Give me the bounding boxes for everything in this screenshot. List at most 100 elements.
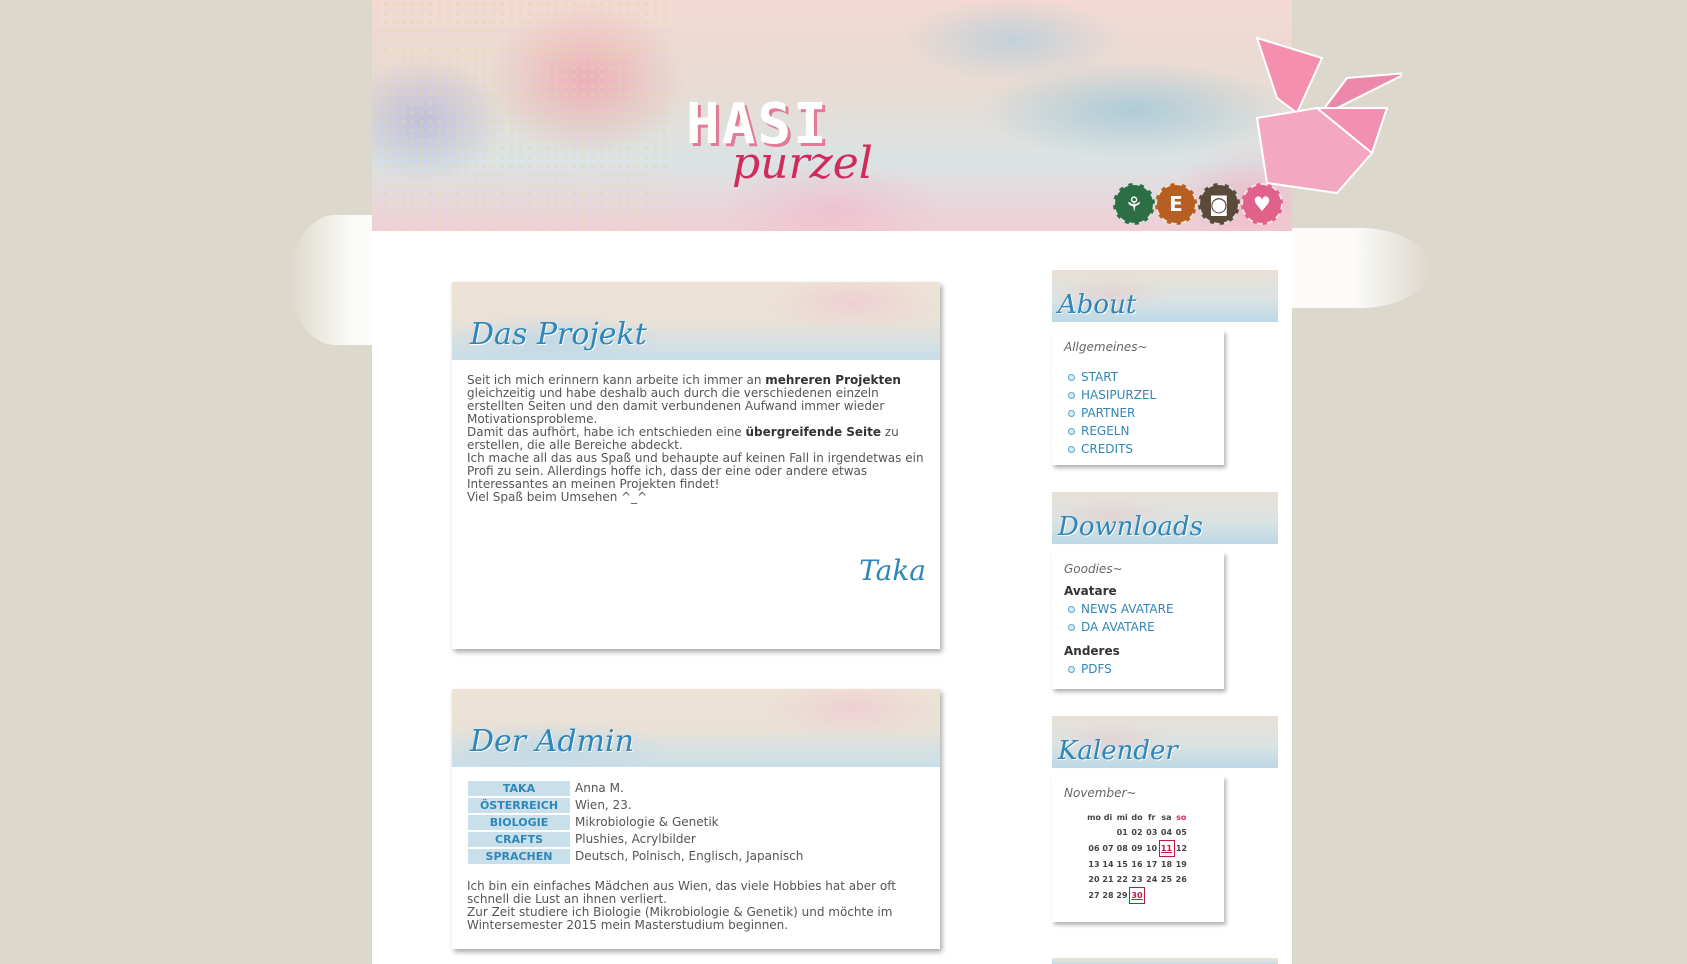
- admin-info-value: Plushies, Acrylbilder: [575, 832, 696, 846]
- calendar-weekday: do: [1131, 813, 1143, 822]
- admin-info-row: SPRACHEN Deutsch, Polnisch, Englisch, Jap…: [468, 849, 803, 864]
- calendar-day[interactable]: 26: [1174, 872, 1189, 888]
- about-link-credits[interactable]: CREDITS: [1052, 440, 1224, 458]
- calendar-table: mo di mi do fr sa so 01 02 03 04 05 06 07 08 09 10 11 12 13…: [1087, 810, 1189, 904]
- header-banner: HASI purzel: [372, 0, 1402, 231]
- admin-info-row: BIOLOGIE Mikrobiologie & Genetik: [468, 815, 803, 830]
- calendar-day[interactable]: 10: [1145, 841, 1160, 857]
- downloads-link-news-avatare[interactable]: NEWS AVATARE: [1052, 600, 1224, 618]
- calendar-weekday: sa: [1161, 813, 1172, 822]
- calendar-weekday: mo: [1087, 813, 1101, 822]
- link-label: PDFS: [1081, 662, 1112, 676]
- bullet-icon: [1068, 373, 1075, 381]
- about-link-regeln[interactable]: REGELN: [1052, 422, 1224, 440]
- calendar-week-row: 20 21 22 23 24 25 26: [1087, 872, 1189, 888]
- calendar-weekday: mi: [1116, 813, 1128, 822]
- calendar-day[interactable]: 20: [1087, 872, 1101, 888]
- link-label: DA AVATARE: [1081, 620, 1155, 634]
- about-link-start[interactable]: START: [1052, 368, 1224, 386]
- calendar-day[interactable]: 08: [1115, 841, 1130, 857]
- calendar-day[interactable]: 13: [1087, 857, 1101, 873]
- project-card-header: Das Projekt: [452, 282, 940, 360]
- project-text-1b: mehreren Projekten: [765, 373, 901, 387]
- calendar-day[interactable]: 14: [1101, 857, 1115, 873]
- calendar-day[interactable]: 16: [1130, 857, 1145, 873]
- downloads-link-pdfs[interactable]: PDFS: [1052, 660, 1224, 678]
- about-box: Allgemeines~ START HASIPURZEL PARTNER REGEL…: [1052, 330, 1224, 465]
- calendar-day[interactable]: 06: [1087, 841, 1101, 857]
- header-dots-decoration: [372, 0, 672, 231]
- calendar-day[interactable]: 09: [1130, 841, 1145, 857]
- calendar-day[interactable]: 17: [1145, 857, 1160, 873]
- project-text-1a: Seit ich mich erinnern kann arbeite ich …: [467, 373, 766, 387]
- project-text-3: Ich mache all das aus Spaß und behaupte …: [467, 451, 924, 491]
- origami-bunny-icon: [1255, 36, 1402, 195]
- about-link-partner[interactable]: PARTNER: [1052, 404, 1224, 422]
- bullet-icon: [1068, 605, 1075, 613]
- bullet-icon: [1068, 665, 1075, 673]
- bullet-icon: [1068, 623, 1075, 631]
- project-text-4: Viel Spaß beim Umsehen ^_^: [467, 490, 648, 504]
- downloads-header: Downloads: [1052, 492, 1278, 544]
- calendar-day[interactable]: 27: [1087, 888, 1101, 904]
- downloads-link-da-avatare[interactable]: DA AVATARE: [1052, 618, 1224, 636]
- calendar-day: [1101, 825, 1115, 841]
- calendar-weekday: di: [1103, 813, 1113, 822]
- project-text-2a: Damit das aufhört, habe ich entschieden …: [467, 425, 746, 439]
- admin-text-2: Zur Zeit studiere ich Biologie (Mikrobio…: [467, 905, 893, 932]
- calendar-day[interactable]: 04: [1159, 825, 1174, 841]
- calendar-day[interactable]: 01: [1115, 825, 1130, 841]
- calendar-day[interactable]: 05: [1174, 825, 1189, 841]
- admin-card-body: TAKA Anna M. ÖSTERREICH Wien, 23. BIOLOGIE Mi…: [452, 767, 940, 946]
- etsy-icon[interactable]: E: [1155, 183, 1197, 225]
- calendar-day[interactable]: 15: [1115, 857, 1130, 873]
- calendar-day[interactable]: 23: [1130, 872, 1145, 888]
- link-label: PARTNER: [1081, 406, 1136, 420]
- calendar-day[interactable]: 12: [1174, 841, 1189, 857]
- brush-decoration-right: [1290, 228, 1430, 308]
- calendar-day: [1174, 888, 1189, 904]
- calendar-day[interactable]: 18: [1159, 857, 1174, 873]
- calendar-week-row: 13 14 15 16 17 18 19: [1087, 857, 1189, 873]
- calendar-weekday: so: [1176, 813, 1187, 822]
- calendar-day[interactable]: 24: [1145, 872, 1160, 888]
- calendar-day: [1159, 888, 1174, 904]
- link-label: REGELN: [1081, 424, 1130, 438]
- link-label: HASIPURZEL: [1081, 388, 1157, 402]
- calendar-day[interactable]: 03: [1145, 825, 1160, 841]
- calendar-day[interactable]: 02: [1130, 825, 1145, 841]
- link-label: CREDITS: [1081, 442, 1134, 456]
- project-card-body: Seit ich mich erinnern kann arbeite ich …: [452, 360, 940, 518]
- calendar-day[interactable]: 22: [1115, 872, 1130, 888]
- instagram-icon[interactable]: ◙: [1198, 183, 1240, 225]
- calendar-day[interactable]: 07: [1101, 841, 1115, 857]
- calendar-day[interactable]: 30: [1129, 887, 1145, 904]
- link-label: START: [1081, 370, 1119, 384]
- kalender-header: Kalender: [1052, 716, 1278, 768]
- admin-card-header: Der Admin: [452, 689, 940, 767]
- deviantart-icon[interactable]: ⚘: [1113, 183, 1155, 225]
- calendar-day[interactable]: 29: [1115, 888, 1130, 904]
- admin-info-key: CRAFTS: [468, 832, 570, 847]
- downloads-title: Downloads: [1058, 512, 1203, 542]
- project-text-1c: gleichzeitig und habe deshalb auch durch…: [467, 386, 885, 426]
- calendar-day[interactable]: 21: [1101, 872, 1115, 888]
- admin-info-key: ÖSTERREICH: [468, 798, 570, 813]
- calendar-day[interactable]: 19: [1174, 857, 1189, 873]
- admin-info-value: Wien, 23.: [575, 798, 632, 812]
- bullet-icon: [1068, 427, 1075, 435]
- calendar-week-row: 06 07 08 09 10 11 12: [1087, 840, 1189, 857]
- calendar-day[interactable]: 28: [1101, 888, 1115, 904]
- admin-info-key: BIOLOGIE: [468, 815, 570, 830]
- calendar-day: [1145, 888, 1160, 904]
- next-sidebar-header: [1052, 958, 1278, 964]
- about-subtitle: Allgemeines~: [1064, 340, 1148, 354]
- about-link-hasipurzel[interactable]: HASIPURZEL: [1052, 386, 1224, 404]
- downloads-box: Goodies~ Avatare NEWS AVATARE DA AVATARE …: [1052, 552, 1224, 689]
- admin-info-value: Anna M.: [575, 781, 624, 795]
- calendar-day[interactable]: 11: [1158, 840, 1175, 857]
- downloads-group-avatare: Avatare: [1064, 584, 1117, 598]
- admin-info-value: Deutsch, Polnisch, Englisch, Japanisch: [575, 849, 804, 863]
- calendar-day[interactable]: 25: [1159, 872, 1174, 888]
- heart-icon[interactable]: ♥: [1241, 183, 1283, 225]
